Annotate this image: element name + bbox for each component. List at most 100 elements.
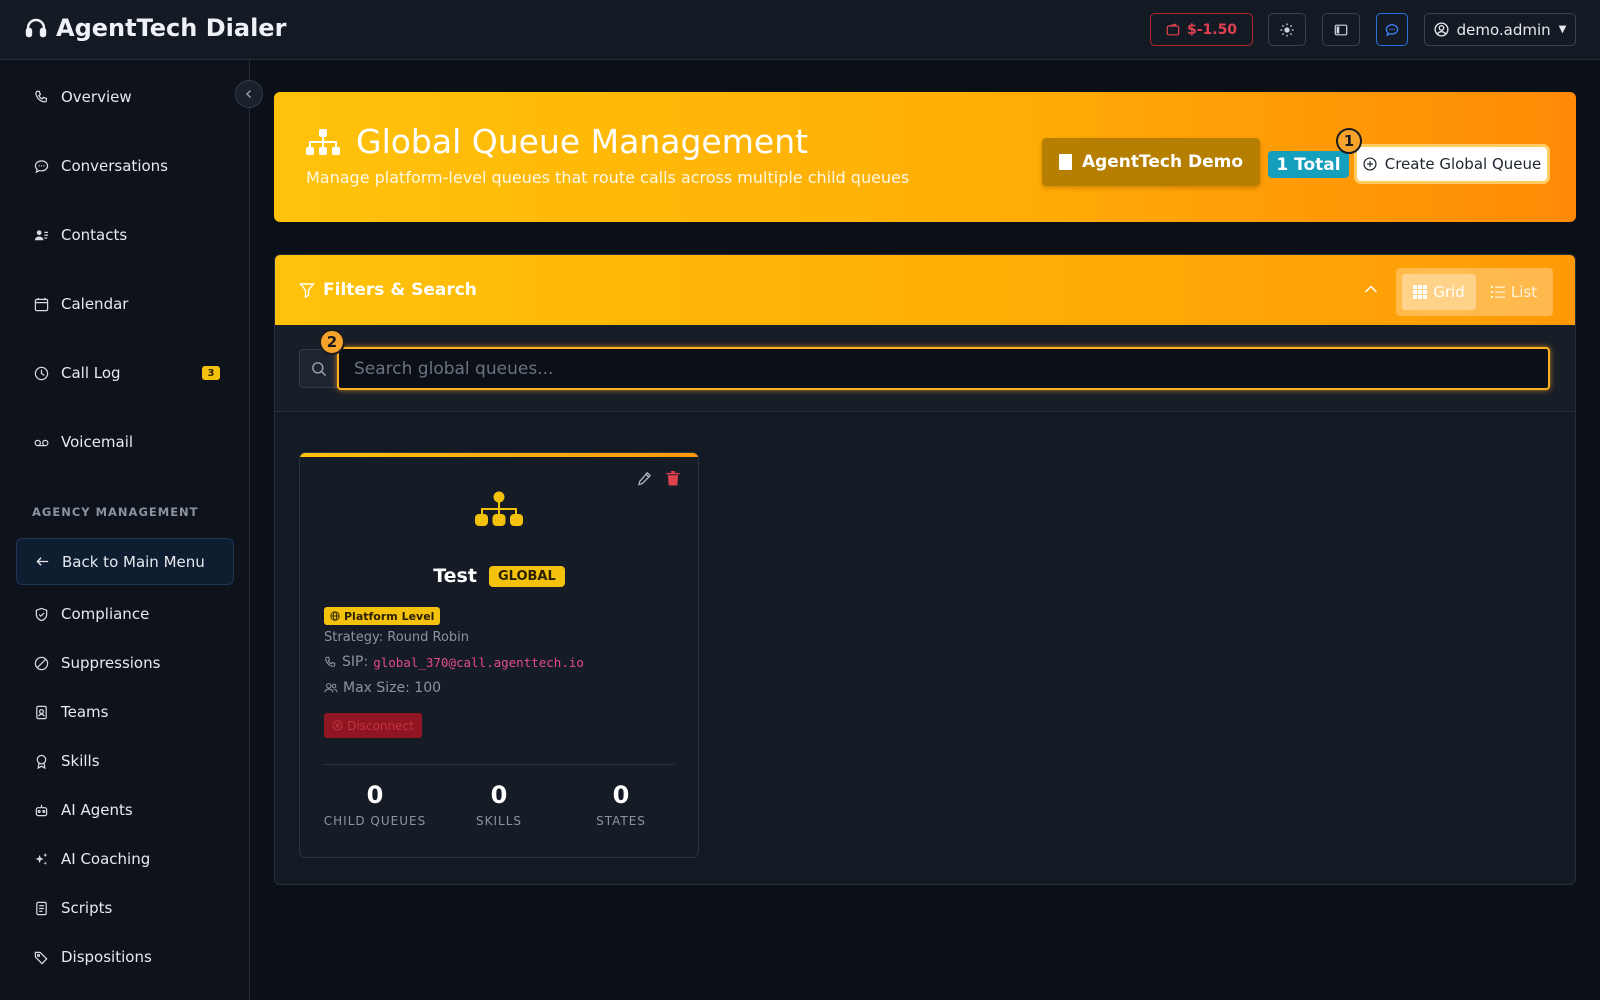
users-icon (324, 683, 338, 693)
sidebar-item-skills[interactable]: Skills (16, 741, 234, 781)
total-count-badge: 1 Total (1268, 151, 1349, 178)
page-subtitle: Manage platform-level queues that route … (306, 168, 910, 187)
chevron-left-icon (246, 90, 251, 98)
queue-name: Test (433, 565, 477, 587)
sip-address: global_370@call.agenttech.io (373, 654, 584, 670)
sidebar-item-conversations[interactable]: Conversations (16, 146, 234, 186)
phone-icon (35, 90, 47, 103)
sidebar-item-label: Teams (61, 703, 109, 721)
user-name: demo.admin (1456, 20, 1551, 39)
globe-icon (330, 611, 340, 621)
platform-level-badge: Platform Level (324, 607, 441, 625)
hierarchy-icon (475, 491, 523, 526)
sidebar-item-label: Calendar (61, 295, 129, 313)
disconnect-button[interactable]: Disconnect (324, 713, 422, 738)
filters-panel: Filters & Search Grid List Search global… (274, 254, 1576, 885)
file-icon (36, 901, 47, 915)
pencil-icon (637, 471, 652, 486)
layout-toggle-button[interactable] (1322, 13, 1360, 46)
sidebar-item-teams[interactable]: Teams (16, 692, 234, 732)
back-to-main-menu-label: Back to Main Menu (62, 552, 205, 571)
annotation-marker-1: 1 (1336, 128, 1362, 154)
search-icon (312, 361, 326, 376)
view-mode-toggle: Grid List (1396, 268, 1553, 316)
chat-icon (34, 159, 49, 173)
back-to-main-menu-button[interactable]: Back to Main Menu (16, 538, 234, 585)
queue-card[interactable]: Test GLOBAL Platform Level Strategy: Rou… (299, 452, 699, 858)
delete-queue-button[interactable] (666, 471, 680, 490)
wallet-balance: $-1.50 (1186, 21, 1238, 38)
headset-icon (25, 18, 47, 38)
stat-label: SKILLS (475, 814, 522, 828)
robot-icon (35, 804, 48, 816)
sidebar-item-voicemail[interactable]: Voicemail (16, 422, 234, 462)
filters-collapse-toggle[interactable] (1363, 281, 1379, 301)
filters-title[interactable]: Filters & Search (299, 280, 477, 300)
caret-down-icon: ▼ (1558, 24, 1567, 35)
wallet-icon (1166, 23, 1180, 35)
sidebar-item-label: AI Agents (61, 801, 133, 819)
list-view-button[interactable]: List (1480, 274, 1548, 310)
chat-icon (1385, 23, 1399, 36)
sidebar-item-contacts[interactable]: Contacts (16, 215, 234, 255)
sidebar-item-label: Voicemail (61, 433, 134, 451)
page-header-card: Global Queue Management Manage platform-… (274, 92, 1576, 222)
stat-child-queues: 0 CHILD QUEUES (315, 781, 435, 828)
shield-icon (35, 607, 48, 621)
wallet-balance-button[interactable]: $-1.50 (1150, 13, 1253, 46)
contacts-icon (34, 229, 49, 240)
chevron-up-icon (1364, 285, 1378, 293)
app-title: AgentTech Dialer (56, 14, 287, 42)
hierarchy-icon (306, 129, 340, 155)
sidebar-item-label: Overview (61, 88, 132, 106)
sidebar-item-label: AI Coaching (61, 850, 151, 868)
sidebar-item-label: Suppressions (61, 654, 161, 672)
grid-view-label: Grid (1433, 283, 1465, 301)
edit-queue-button[interactable] (637, 471, 652, 490)
search-input[interactable] (337, 347, 1550, 390)
sidebar-item-label: Scripts (61, 899, 113, 917)
brand[interactable]: AgentTech Dialer (24, 14, 286, 42)
organization-selector-button[interactable]: AgentTech Demo (1042, 138, 1260, 186)
sidebar-item-ai-agents[interactable]: AI Agents (16, 790, 234, 830)
x-circle-icon (332, 720, 343, 731)
queue-scope-badge: GLOBAL (488, 565, 565, 587)
page-title: Global Queue Management (356, 122, 809, 161)
sidebar-item-ai-coaching[interactable]: AI Coaching (16, 839, 234, 879)
user-menu-button[interactable]: demo.admin ▼ (1424, 13, 1576, 46)
tag-icon (34, 951, 48, 964)
phone-icon (325, 656, 336, 667)
arrow-left-icon (36, 557, 49, 566)
sidebar-item-overview[interactable]: Overview (16, 77, 234, 117)
grid-view-button[interactable]: Grid (1402, 274, 1476, 310)
max-size-label: Max Size: 100 (343, 680, 442, 696)
stat-value: 0 (366, 781, 384, 809)
sidebar-item-scripts[interactable]: Scripts (16, 888, 234, 928)
queue-sip: SIP: global_370@call.agenttech.io (324, 654, 584, 670)
queue-card-accent (300, 453, 698, 457)
sidebar-item-suppressions[interactable]: Suppressions (16, 643, 234, 683)
theme-toggle-button[interactable] (1268, 13, 1306, 46)
chat-button[interactable] (1376, 13, 1408, 46)
sidebar-item-compliance[interactable]: Compliance (16, 594, 234, 634)
sidebar-item-label: Skills (61, 752, 100, 770)
platform-level-label: Platform Level (344, 609, 435, 623)
sidebar-item-label: Compliance (61, 605, 150, 623)
sidebar-item-calendar[interactable]: Calendar (16, 284, 234, 324)
sparkle-icon (35, 852, 48, 865)
clock-icon (34, 366, 49, 380)
grid-icon (1413, 285, 1428, 299)
create-global-queue-button[interactable]: Create Global Queue (1357, 147, 1547, 181)
plus-circle-icon (1363, 157, 1377, 171)
award-icon (36, 754, 47, 769)
search-row (275, 325, 1575, 412)
queue-title-row: Test GLOBAL (300, 565, 698, 587)
stat-skills: 0 SKILLS (439, 781, 559, 828)
call-log-count-badge: 3 (202, 366, 220, 380)
list-view-label: List (1510, 283, 1538, 301)
stat-states: 0 STATES (561, 781, 681, 828)
sidebar-item-call-log[interactable]: Call Log 3 (16, 353, 234, 393)
sidebar-item-label: Dispositions (61, 948, 152, 966)
sidebar-item-dispositions[interactable]: Dispositions (16, 937, 234, 977)
sidebar-collapse-button[interactable] (235, 80, 263, 108)
